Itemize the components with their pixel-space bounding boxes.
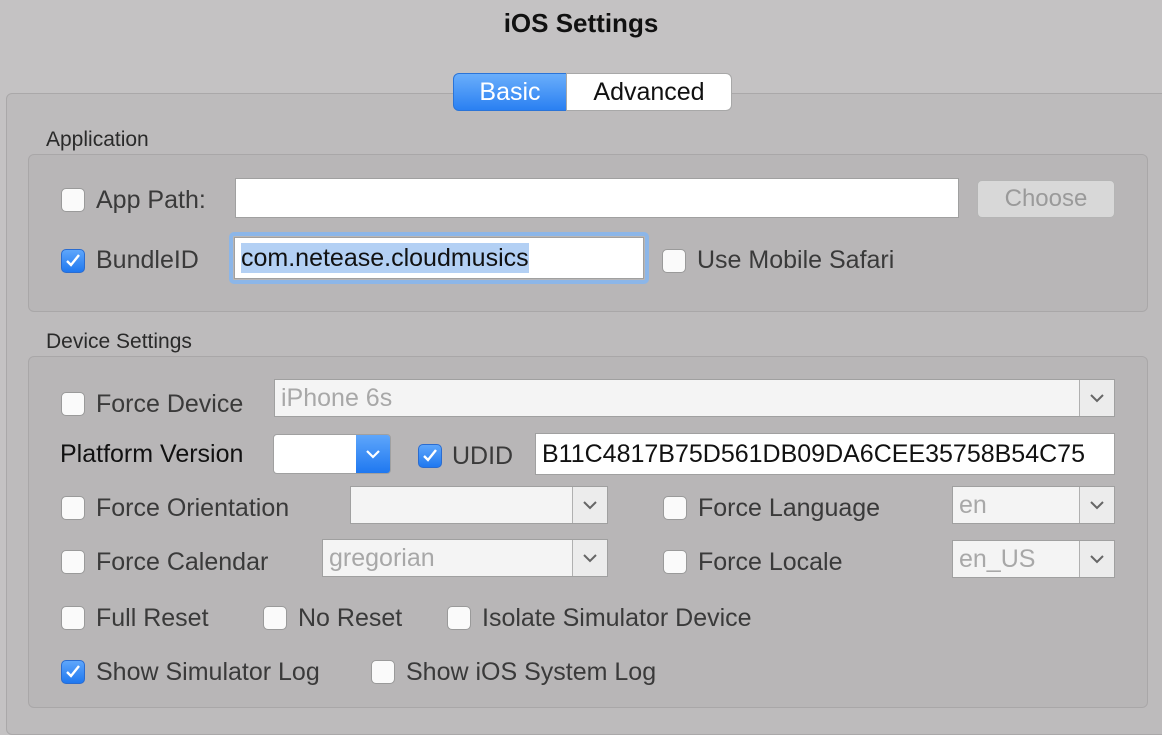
use-mobile-safari-checkbox[interactable] — [662, 249, 686, 273]
chevron-down-icon — [1079, 380, 1114, 416]
force-calendar-checkbox[interactable] — [61, 550, 85, 574]
use-mobile-safari-label: Use Mobile Safari — [697, 246, 895, 274]
force-language-checkbox[interactable] — [663, 496, 687, 520]
force-device-label: Force Device — [96, 390, 244, 418]
no-reset-checkbox[interactable] — [263, 606, 287, 630]
force-locale-select[interactable]: en_US — [952, 540, 1115, 578]
force-device-checkbox[interactable] — [61, 392, 85, 416]
window-title: iOS Settings — [503, 8, 659, 38]
chevron-down-icon — [572, 487, 607, 523]
force-orientation-label: Force Orientation — [96, 494, 290, 522]
force-orientation-value — [351, 487, 572, 523]
force-calendar-value: gregorian — [329, 543, 435, 572]
app-path-checkbox[interactable] — [61, 188, 85, 212]
no-reset-label: No Reset — [298, 604, 403, 632]
force-locale-checkbox[interactable] — [663, 550, 687, 574]
checkmark-icon — [66, 254, 80, 267]
chevron-down-icon — [1079, 541, 1114, 577]
app-path-input[interactable] — [235, 178, 959, 218]
force-language-value: en — [959, 490, 987, 519]
force-language-select[interactable]: en — [952, 486, 1115, 524]
chevron-down-icon — [572, 540, 607, 576]
show-simulator-log-label: Show Simulator Log — [96, 658, 320, 686]
bundle-id-checkbox[interactable] — [61, 249, 85, 273]
application-section-label: Application — [46, 128, 149, 151]
bundle-id-label: BundleID — [96, 246, 199, 274]
tab-advanced[interactable]: Advanced — [566, 73, 732, 111]
app-path-label: App Path: — [96, 186, 206, 214]
full-reset-checkbox[interactable] — [61, 606, 85, 630]
force-device-value: iPhone 6s — [281, 383, 393, 412]
show-simulator-log-checkbox[interactable] — [61, 660, 85, 684]
platform-version-select[interactable] — [273, 434, 391, 474]
platform-version-label: Platform Version — [60, 440, 244, 468]
force-calendar-label: Force Calendar — [96, 548, 269, 576]
chevron-down-icon — [1079, 487, 1114, 523]
force-orientation-checkbox[interactable] — [61, 496, 85, 520]
force-orientation-select[interactable] — [350, 486, 608, 524]
isolate-simulator-checkbox[interactable] — [447, 606, 471, 630]
chevron-down-icon — [356, 435, 390, 473]
force-device-select[interactable]: iPhone 6s — [274, 379, 1115, 417]
show-ios-system-log-checkbox[interactable] — [371, 660, 395, 684]
device-section-label: Device Settings — [46, 330, 192, 353]
checkmark-icon — [423, 449, 437, 462]
udid-label: UDID — [452, 442, 514, 470]
platform-version-value — [274, 435, 356, 473]
force-calendar-select[interactable]: gregorian — [322, 539, 608, 577]
full-reset-label: Full Reset — [96, 604, 209, 632]
udid-checkbox[interactable] — [418, 444, 442, 468]
checkmark-icon — [66, 665, 80, 678]
bundle-id-input[interactable]: com.netease.cloudmusics — [234, 237, 644, 279]
choose-button[interactable]: Choose — [977, 180, 1115, 218]
force-locale-label: Force Locale — [698, 548, 843, 576]
force-locale-value: en_US — [959, 544, 1036, 573]
tab-basic[interactable]: Basic — [453, 73, 567, 111]
bundle-id-value: com.netease.cloudmusics — [241, 243, 529, 273]
udid-input[interactable]: B11C4817B75D561DB09DA6CEE35758B54C75 — [535, 433, 1115, 475]
isolate-simulator-label: Isolate Simulator Device — [482, 604, 752, 632]
show-ios-system-log-label: Show iOS System Log — [406, 658, 657, 686]
force-language-label: Force Language — [698, 494, 881, 522]
